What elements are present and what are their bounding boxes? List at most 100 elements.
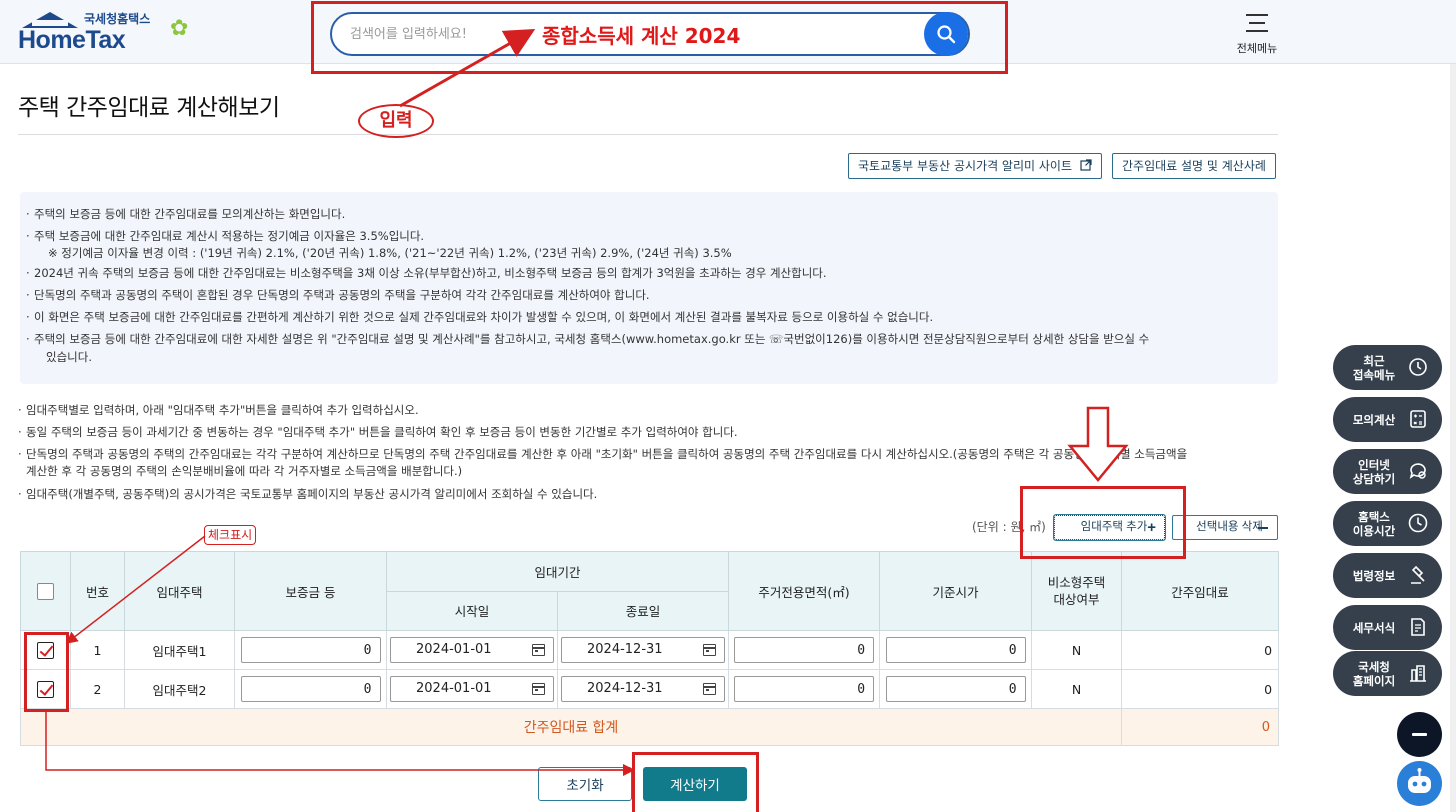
info-item-cont: 있습니다. (46, 350, 92, 364)
page-scrollbar[interactable] (1450, 64, 1456, 812)
note-item: 단독명의 주택과 공동명의 주택의 간주임대료는 각각 구분하여 계산하므로 단… (18, 446, 1187, 462)
document-icon (1411, 618, 1425, 636)
gavel-icon (1411, 565, 1425, 584)
deposit-input[interactable] (240, 676, 381, 702)
info-item-history: ※ 정기예금 이자율 변경 이력 : ('19년 귀속) 2.1%, ('20년… (48, 246, 732, 260)
select-all-cell (20, 551, 71, 631)
rental-table: 번호 임대주택 보증금 등 임대기간 주거전용면적(㎡) 기준시가 비소형주택 … (19, 551, 1280, 746)
logo-text: HomeTax (18, 26, 126, 54)
calendar-icon[interactable] (702, 683, 716, 695)
side-label: 국세청 홈페이지 (1352, 659, 1396, 688)
start-date-input[interactable]: 2024-01-01 (390, 637, 554, 663)
info-item: 주택의 보증금 등에 대한 간주임대료를 모의계산하는 화면입니다. (26, 206, 345, 222)
delete-selected-button[interactable]: 선택내용 삭제 (1172, 515, 1278, 540)
note-item: 동일 주택의 보증금 등이 과세기간 중 변동하는 경우 "임대주택 추가" 버… (18, 424, 738, 440)
page-title: 주택 간주임대료 계산해보기 (18, 95, 280, 121)
side-label: 세무서식 (1352, 620, 1396, 635)
note-item-cont: 계산한 후 각 공동명의 주택의 손익분배비율에 따라 각 거주자별로 소득금액… (26, 464, 463, 478)
calendar-icon[interactable] (531, 644, 545, 656)
col-header-deposit: 보증금 등 (234, 551, 387, 631)
end-date-input[interactable]: 2024-12-31 (561, 637, 725, 663)
chatbot-icon (1408, 768, 1431, 793)
info-item: 주택의 보증금 등에 대한 간주임대료에 대한 자세한 설명은 위 "간주임대료… (26, 331, 1149, 347)
row-nonsmall: N (1031, 669, 1123, 709)
col-header-nonsmall: 비소형주택 대상여부 (1031, 551, 1123, 631)
table-row: 1 임대주택1 2024-01-01 2024-12-31 N 0 (20, 630, 1280, 670)
col-header-start: 시작일 (386, 590, 558, 631)
row-no: 2 (70, 669, 125, 709)
total-row: 간주임대료 합계 0 (19, 708, 1280, 746)
all-menu-label: 전체메뉴 (1236, 42, 1278, 55)
col-header-rent: 간주임대료 (1121, 551, 1280, 631)
collapse-quick-menu-button[interactable] (1397, 712, 1442, 757)
info-item: 2024년 귀속 주택의 보증금 등에 대한 간주임대료는 비소형주택을 3채 … (26, 265, 827, 281)
area-input[interactable] (734, 676, 875, 702)
col-header-area: 주거전용면적(㎡) (728, 551, 881, 631)
col-header-no: 번호 (70, 551, 125, 631)
side-label: 홈택스 이용시간 (1352, 509, 1396, 538)
row-house: 임대주택2 (124, 669, 235, 709)
area-input[interactable] (734, 637, 875, 663)
end-date-value: 2024-12-31 (587, 681, 663, 696)
calculator-icon (1410, 410, 1426, 428)
title-divider (18, 134, 1278, 135)
col-header-period: 임대기간 (385, 551, 730, 592)
side-hours-button[interactable]: 홈택스 이용시간 (1333, 501, 1442, 546)
rent-explanation-button[interactable]: 간주임대료 설명 및 계산사례 (1112, 153, 1276, 179)
calendar-icon[interactable] (531, 683, 545, 695)
base-price-input[interactable] (885, 676, 1026, 702)
row-nonsmall: N (1031, 630, 1123, 670)
side-mock-calc-button[interactable]: 모의계산 (1333, 397, 1442, 442)
info-item: 이 화면은 주택 보증금에 대한 간주임대료를 간편하게 계산하기 위한 것으로… (26, 309, 933, 325)
check-annotation: 체크표시 (204, 525, 257, 545)
side-label: 인터넷 상담하기 (1352, 457, 1396, 486)
start-date-value: 2024-01-01 (416, 681, 492, 696)
side-label: 모의계산 (1352, 412, 1396, 427)
molit-price-site-label: 국토교통부 부동산 공시가격 알리미 사이트 (858, 159, 1072, 173)
side-recent-menu-button[interactable]: 최근 접속메뉴 (1333, 345, 1442, 390)
logo-subtitle: 국세청홈택스 (84, 12, 151, 26)
chat-icon (1409, 463, 1426, 479)
hamburger-icon (1246, 14, 1268, 32)
external-link-icon (1080, 159, 1092, 171)
row-house: 임대주택1 (124, 630, 235, 670)
side-label: 최근 접속메뉴 (1352, 353, 1396, 382)
select-all-checkbox[interactable] (37, 582, 54, 600)
table-row: 2 임대주택2 2024-01-01 2024-12-31 N 0 (20, 669, 1280, 709)
note-item: 임대주택(개별주택, 공동주택)의 공시가격은 국토교통부 홈페이지의 부동산 … (18, 486, 597, 502)
side-forms-button[interactable]: 세무서식 (1333, 605, 1442, 650)
note-item: 임대주택별로 입력하며, 아래 "임대주택 추가"버튼을 클릭하여 추가 입력하… (18, 402, 419, 418)
row-rent: 0 (1121, 630, 1280, 670)
chatbot-button[interactable] (1397, 761, 1442, 806)
hometax-logo[interactable]: 국세청홈택스 HomeTax ✿ (18, 10, 208, 56)
col-header-end: 종료일 (556, 590, 730, 631)
leaf-decoration-icon: ✿ (170, 16, 189, 41)
col-header-house: 임대주택 (124, 551, 235, 631)
end-date-input[interactable]: 2024-12-31 (561, 676, 725, 702)
checkbox-highlight-box (24, 632, 69, 712)
start-date-value: 2024-01-01 (416, 642, 492, 657)
clock-icon (1409, 358, 1427, 376)
base-price-input[interactable] (885, 637, 1026, 663)
calculate-highlight-box (632, 752, 759, 812)
side-nts-homepage-button[interactable]: 국세청 홈페이지 (1333, 651, 1442, 696)
search-keyword-annotation: 종합소득세 계산 2024 (542, 24, 741, 48)
deposit-input[interactable] (240, 637, 381, 663)
start-date-input[interactable]: 2024-01-01 (390, 676, 554, 702)
side-consult-button[interactable]: 인터넷 상담하기 (1333, 449, 1442, 494)
all-menu-button[interactable]: 전체메뉴 (1226, 10, 1288, 56)
minus-icon (1258, 527, 1268, 529)
reset-button[interactable]: 초기화 (538, 767, 632, 801)
total-value: 0 (1121, 708, 1280, 746)
side-label: 법령정보 (1352, 568, 1396, 583)
calendar-icon[interactable] (702, 644, 716, 656)
col-header-price: 기준시가 (879, 551, 1033, 631)
time-icon (1408, 513, 1428, 533)
info-box: 주택의 보증금 등에 대한 간주임대료를 모의계산하는 화면입니다. 주택 보증… (20, 192, 1278, 384)
building-icon (1410, 665, 1426, 682)
delete-selected-label: 선택내용 삭제 (1196, 521, 1263, 533)
info-item: 주택 보증금에 대한 간주임대료 계산시 적용하는 정기예금 이자율은 3.5%… (26, 228, 424, 244)
side-law-button[interactable]: 법령정보 (1333, 553, 1442, 598)
molit-price-site-button[interactable]: 국토교통부 부동산 공시가격 알리미 사이트 (848, 153, 1102, 179)
row-rent: 0 (1121, 669, 1280, 709)
